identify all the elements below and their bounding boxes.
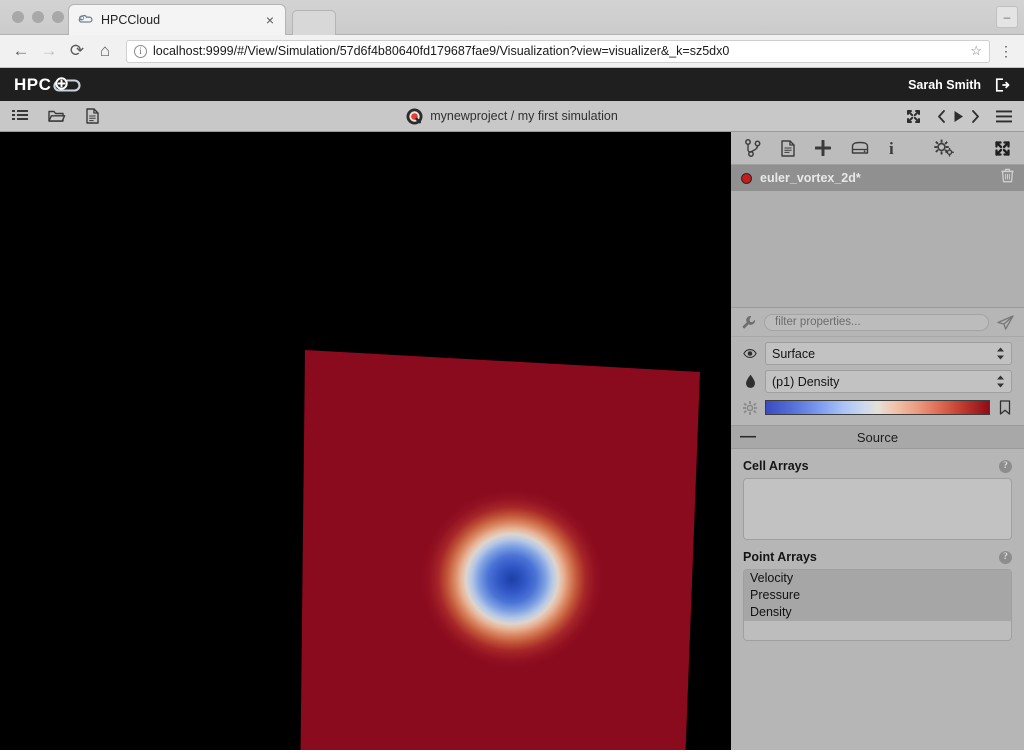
representation-row: Surface (731, 337, 1024, 365)
window-close-button[interactable] (12, 11, 24, 23)
hpccloud-favicon-icon (77, 12, 93, 28)
reload-button[interactable]: ⟳ (64, 38, 90, 64)
pipeline-item-euler-vortex-2d[interactable]: euler_vortex_2d* (731, 165, 1024, 191)
app-logo[interactable]: HPC (14, 74, 86, 96)
list-item[interactable]: Velocity (744, 570, 1011, 587)
cell-arrays-label: Cell Arrays (743, 459, 809, 473)
address-bar[interactable]: i localhost:9999/#/View/Simulation/57d6f… (126, 40, 990, 63)
breadcrumb-text[interactable]: mynewproject / my first simulation (430, 109, 618, 123)
browser-tab-close-icon[interactable]: × (263, 13, 277, 27)
visibility-dot-icon[interactable] (741, 173, 752, 184)
representation-value: Surface (772, 347, 996, 361)
pipeline-icon[interactable] (745, 139, 761, 157)
forward-button[interactable]: → (36, 38, 62, 64)
send-icon[interactable] (997, 315, 1014, 330)
source-section-title: Source (731, 430, 1024, 445)
coloring-row: (p1) Density (731, 365, 1024, 393)
browser-menu-icon[interactable]: ⋮ (996, 47, 1016, 55)
step-backward-icon[interactable] (937, 110, 946, 123)
source-section-body: Cell Arrays ? Point Arrays ? Velocity Pr… (731, 449, 1024, 750)
filter-properties-row: filter properties... (731, 308, 1024, 337)
window-zoom-button[interactable] (52, 11, 64, 23)
eye-icon[interactable] (743, 348, 757, 359)
file-icon[interactable] (781, 140, 795, 157)
coloring-array-value: (p1) Density (772, 375, 996, 389)
back-button[interactable]: ← (8, 38, 34, 64)
vortex-render (0, 132, 730, 750)
browser-tab[interactable]: HPCCloud × (68, 4, 286, 35)
chevron-updown-icon[interactable] (996, 375, 1005, 388)
point-arrays-listbox[interactable]: Velocity Pressure Density (743, 569, 1012, 641)
browser-window: HPCCloud × – ← → ⟳ ⌂ i localhost:9999/#/… (0, 0, 1024, 753)
home-button[interactable]: ⌂ (92, 38, 118, 64)
bookmark-icon[interactable] (998, 400, 1012, 415)
app-logo-text: HPC (14, 75, 51, 95)
cloud-plus-icon (52, 74, 86, 96)
coloring-array-select[interactable]: (p1) Density (765, 370, 1012, 393)
representation-select[interactable]: Surface (765, 342, 1012, 365)
breadcrumb: mynewproject / my first simulation (0, 101, 1024, 131)
new-tab-button[interactable] (292, 10, 336, 35)
plus-icon[interactable] (815, 140, 831, 156)
window-restore-button[interactable]: – (996, 6, 1018, 28)
browser-toolbar: ← → ⟳ ⌂ i localhost:9999/#/View/Simulati… (0, 35, 1024, 68)
droplet-icon[interactable] (743, 374, 757, 389)
app-header-right: Sarah Smith (908, 78, 1010, 92)
browser-tab-title: HPCCloud (101, 13, 263, 27)
colormap-gradient-bar[interactable] (765, 400, 990, 415)
app-toolbar: mynewproject / my first simulation (0, 101, 1024, 132)
help-icon[interactable]: ? (999, 460, 1012, 473)
settings-gears-icon[interactable] (934, 139, 954, 157)
folder-open-icon[interactable] (48, 109, 66, 123)
help-icon[interactable]: ? (999, 551, 1012, 564)
save-disk-icon[interactable] (851, 141, 869, 155)
panel-toolbar: i (731, 132, 1024, 165)
cell-arrays-block: Cell Arrays ? (731, 449, 1024, 540)
file-icon[interactable] (86, 108, 99, 124)
info-icon[interactable]: i (889, 140, 894, 157)
properties-panel: i (730, 132, 1024, 750)
list-item[interactable]: Density (744, 604, 1011, 621)
hamburger-menu-icon[interactable] (996, 110, 1012, 123)
site-info-icon[interactable]: i (134, 45, 147, 58)
main-area: Y X Z (0, 132, 1024, 750)
gear-icon[interactable] (743, 401, 757, 415)
render-viewport[interactable]: Y X Z (0, 132, 730, 750)
list-icon[interactable] (12, 109, 28, 123)
colormap-row (731, 393, 1024, 415)
point-arrays-label: Point Arrays (743, 550, 817, 564)
filter-properties-input[interactable]: filter properties... (764, 314, 989, 331)
step-forward-icon[interactable] (971, 110, 980, 123)
point-arrays-block: Point Arrays ? Velocity Pressure Density (731, 540, 1024, 641)
app-header: HPC Sarah Smith (0, 68, 1024, 101)
fullscreen-icon[interactable] (994, 140, 1011, 157)
trash-icon[interactable] (1001, 168, 1014, 188)
address-bar-url: localhost:9999/#/View/Simulation/57d6f4b… (153, 44, 964, 58)
window-minimize-button[interactable] (32, 11, 44, 23)
window-traffic-lights[interactable] (12, 11, 64, 23)
user-name-label[interactable]: Sarah Smith (908, 78, 981, 92)
list-item[interactable]: Pressure (744, 587, 1011, 604)
wrench-icon[interactable] (741, 315, 756, 330)
bookmark-star-icon[interactable]: ☆ (970, 43, 982, 59)
chevron-updown-icon[interactable] (996, 347, 1005, 360)
pipeline-browser: euler_vortex_2d* (731, 165, 1024, 308)
browser-tab-bar: HPCCloud × – (0, 0, 1024, 35)
source-section-header[interactable]: — Source (731, 425, 1024, 449)
logout-icon[interactable] (995, 78, 1010, 92)
expand-icon[interactable] (906, 109, 921, 124)
pipeline-item-label: euler_vortex_2d* (760, 171, 993, 185)
project-target-icon (406, 108, 423, 125)
cell-arrays-listbox[interactable] (743, 478, 1012, 540)
play-icon[interactable] (953, 110, 964, 123)
